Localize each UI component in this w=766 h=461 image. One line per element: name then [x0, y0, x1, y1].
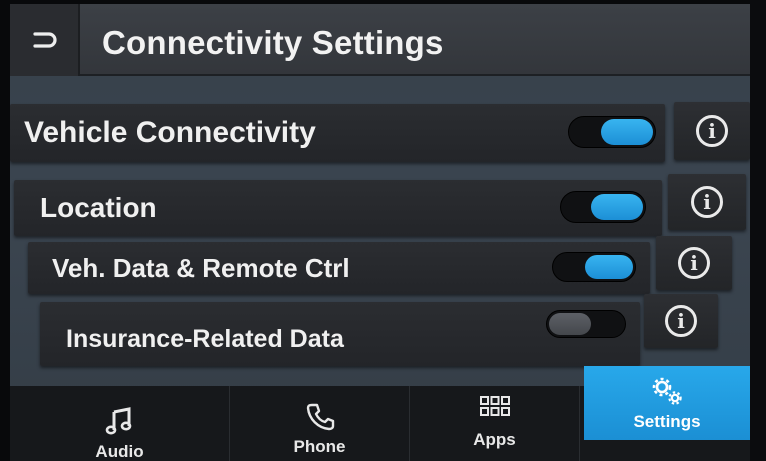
info-icon: i	[691, 186, 723, 218]
info-icon: i	[678, 247, 710, 279]
info-button-insurance-data[interactable]: i	[644, 294, 718, 348]
info-button-vehicle-connectivity[interactable]: i	[674, 102, 750, 160]
setting-row-vehicle-data-remote[interactable]: Veh. Data & Remote Ctrl	[28, 242, 650, 294]
nav-audio[interactable]: Audio	[10, 386, 230, 461]
setting-row-insurance-data[interactable]: Insurance-Related Data	[40, 302, 640, 366]
page-title: Connectivity Settings	[102, 24, 444, 61]
toggle-knob	[591, 194, 643, 220]
insurance-data-toggle[interactable]	[546, 310, 626, 338]
back-button[interactable]	[10, 4, 80, 76]
setting-row-location[interactable]: Location	[14, 180, 662, 236]
setting-label: Insurance-Related Data	[66, 324, 344, 353]
nav-apps[interactable]: Apps	[410, 386, 580, 461]
bottom-nav-bar: Audio Phone Apps Settings	[10, 366, 750, 461]
apps-grid-icon	[479, 396, 510, 416]
setting-label: Vehicle Connectivity	[24, 116, 316, 149]
phone-icon	[306, 403, 334, 431]
location-toggle[interactable]	[560, 191, 646, 223]
setting-row-vehicle-connectivity[interactable]: Vehicle Connectivity	[10, 104, 665, 162]
header-bar: Connectivity Settings	[10, 4, 750, 76]
infotainment-screen: Connectivity Settings Vehicle Connectivi…	[10, 4, 750, 461]
setting-label: Veh. Data & Remote Ctrl	[52, 252, 350, 283]
toggle-knob	[601, 119, 653, 145]
toggle-knob	[585, 255, 633, 279]
music-note-icon	[105, 407, 131, 435]
nav-settings-label: Settings	[633, 412, 701, 431]
gears-icon	[652, 377, 682, 405]
vehicle-connectivity-toggle[interactable]	[568, 116, 656, 148]
bezel-right-edge	[750, 0, 766, 461]
toggle-knob	[549, 313, 591, 335]
info-icon: i	[665, 305, 697, 337]
back-arrow-icon	[33, 32, 57, 48]
vehicle-data-remote-toggle[interactable]	[552, 252, 636, 282]
nav-phone[interactable]: Phone	[230, 386, 410, 461]
info-button-vehicle-data-remote[interactable]: i	[656, 236, 732, 290]
nav-settings[interactable]: Settings	[584, 366, 750, 440]
nav-apps-label: Apps	[473, 430, 516, 449]
info-icon: i	[696, 115, 728, 147]
nav-audio-label: Audio	[95, 442, 144, 461]
nav-phone-label: Phone	[293, 437, 346, 456]
setting-label: Location	[40, 192, 157, 223]
info-button-location[interactable]: i	[668, 174, 746, 230]
